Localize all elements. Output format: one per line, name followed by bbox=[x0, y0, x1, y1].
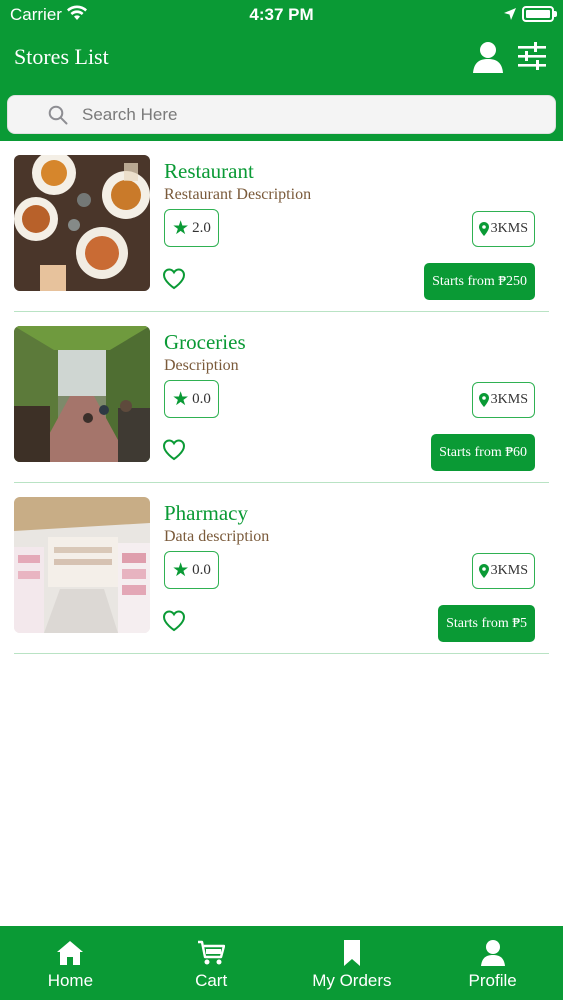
app-header: Carrier 4:37 PM Stores List bbox=[0, 0, 563, 141]
status-time: 4:37 PM bbox=[249, 5, 314, 24]
search-icon bbox=[48, 105, 68, 125]
store-image-pharmacy bbox=[14, 497, 150, 633]
bookmark-icon bbox=[343, 940, 360, 966]
rating-value: 0.0 bbox=[192, 561, 211, 578]
tab-bar: Home Cart My Orders Profile bbox=[0, 926, 563, 1000]
star-icon: ★ bbox=[172, 388, 190, 410]
store-name: Groceries bbox=[164, 330, 246, 354]
map-pin-icon bbox=[478, 564, 489, 578]
tab-cart[interactable]: Cart bbox=[141, 926, 282, 1000]
home-icon bbox=[57, 941, 84, 965]
profile-icon bbox=[480, 940, 505, 966]
store-description: Data description bbox=[164, 528, 270, 545]
store-description: Restaurant Description bbox=[164, 186, 312, 203]
user-icon[interactable] bbox=[471, 40, 505, 74]
tab-my-orders[interactable]: My Orders bbox=[282, 926, 423, 1000]
tab-label: Home bbox=[47, 971, 94, 990]
price-button[interactable]: Starts from ₱5 bbox=[438, 605, 535, 642]
rating-badge: ★ 2.0 bbox=[164, 209, 219, 247]
store-card[interactable]: Groceries Description ★ 0.0 3KMS Starts … bbox=[14, 312, 549, 483]
rating-value: 0.0 bbox=[192, 390, 211, 407]
store-name: Pharmacy bbox=[164, 501, 248, 525]
battery-icon bbox=[522, 6, 557, 22]
tab-profile[interactable]: Profile bbox=[422, 926, 563, 1000]
cart-icon bbox=[198, 940, 226, 965]
status-bar: Carrier 4:37 PM bbox=[0, 0, 563, 30]
map-pin-icon bbox=[478, 393, 489, 407]
price-button[interactable]: Starts from ₱250 bbox=[424, 263, 535, 300]
distance-value: 3KMS bbox=[490, 221, 528, 236]
tab-label: Profile bbox=[468, 971, 517, 990]
rating-value: 2.0 bbox=[192, 219, 211, 236]
distance-badge: 3KMS bbox=[471, 382, 535, 418]
tab-label: My Orders bbox=[312, 971, 392, 990]
store-card[interactable]: Pharmacy Data description ★ 0.0 3KMS Sta… bbox=[14, 483, 549, 654]
map-pin-icon bbox=[478, 222, 489, 236]
page-title: Stores List bbox=[14, 44, 109, 69]
store-image-restaurant bbox=[14, 155, 150, 291]
location-arrow-icon bbox=[504, 8, 516, 20]
store-image-groceries bbox=[14, 326, 150, 462]
favorite-heart-icon[interactable] bbox=[162, 609, 186, 633]
stores-list: Restaurant Restaurant Description ★ 2.0 … bbox=[14, 141, 549, 654]
store-name: Restaurant bbox=[164, 159, 254, 183]
favorite-heart-icon[interactable] bbox=[162, 267, 186, 291]
star-icon: ★ bbox=[172, 217, 190, 239]
tab-label: Cart bbox=[195, 971, 228, 990]
star-icon: ★ bbox=[172, 559, 190, 581]
distance-badge: 3KMS bbox=[471, 553, 535, 589]
filter-sliders-icon[interactable] bbox=[518, 42, 546, 70]
search-input[interactable] bbox=[82, 102, 532, 128]
search-bar bbox=[7, 95, 556, 134]
distance-value: 3KMS bbox=[490, 392, 528, 407]
rating-badge: ★ 0.0 bbox=[164, 380, 219, 418]
distance-value: 3KMS bbox=[490, 563, 528, 578]
rating-badge: ★ 0.0 bbox=[164, 551, 219, 589]
favorite-heart-icon[interactable] bbox=[162, 438, 186, 462]
tab-home[interactable]: Home bbox=[0, 926, 141, 1000]
price-button[interactable]: Starts from ₱60 bbox=[431, 434, 535, 471]
store-card[interactable]: Restaurant Restaurant Description ★ 2.0 … bbox=[14, 141, 549, 312]
distance-badge: 3KMS bbox=[471, 211, 535, 247]
store-description: Description bbox=[164, 357, 239, 374]
